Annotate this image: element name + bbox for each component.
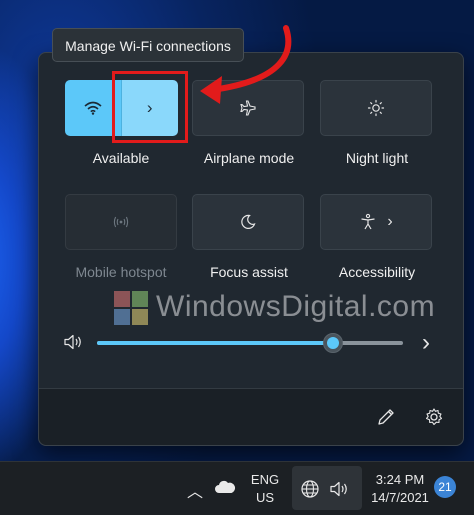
annotation-highlight-box — [112, 71, 188, 143]
wifi-icon — [84, 101, 102, 115]
input-language[interactable]: ENG US — [246, 472, 284, 505]
speaker-icon — [64, 334, 81, 350]
annotation-arrow-icon — [200, 25, 292, 104]
clock-date: 14/7/2021 — [371, 490, 429, 505]
airplane-mode-label: Airplane mode — [203, 150, 295, 166]
moon-icon — [241, 214, 256, 229]
hotspot-icon — [113, 216, 129, 228]
night-light-label: Night light — [345, 150, 409, 166]
language-code: ENG — [250, 472, 280, 487]
brightness-icon — [367, 99, 385, 117]
accessibility-button[interactable]: › — [320, 194, 432, 250]
volume-icon — [330, 481, 347, 497]
cloud-icon[interactable] — [214, 480, 236, 494]
gear-icon[interactable] — [424, 407, 444, 427]
focus-assist-label: Focus assist — [210, 264, 288, 280]
clock-time: 3:24 PM — [375, 472, 425, 487]
accessibility-label: Accessibility — [338, 264, 416, 280]
mobile-hotspot-button[interactable] — [65, 194, 177, 250]
audio-output-chevron[interactable]: › — [422, 329, 430, 357]
chevron-right-icon: › — [387, 213, 393, 230]
volume-slider-fill — [97, 341, 333, 345]
volume-slider[interactable] — [97, 333, 403, 353]
globe-icon — [301, 480, 319, 498]
watermark-logo — [114, 291, 148, 325]
quick-settings-footer — [39, 388, 463, 445]
accessibility-icon — [361, 213, 375, 230]
edit-icon[interactable] — [376, 407, 396, 427]
mobile-hotspot-label: Mobile hotspot — [75, 264, 167, 280]
wifi-status-label: Available — [92, 150, 150, 166]
volume-slider-thumb[interactable] — [322, 333, 343, 353]
chevron-up-icon[interactable]: ︿ — [187, 478, 203, 502]
night-light-button[interactable] — [320, 80, 432, 136]
focus-assist-button[interactable] — [192, 194, 304, 250]
watermark-text: WindowsDigital.com — [156, 290, 436, 323]
notification-badge[interactable]: 21 — [434, 476, 456, 498]
region-code: US — [255, 490, 275, 505]
clock[interactable]: 3:24 PM 14/7/2021 — [362, 472, 438, 505]
